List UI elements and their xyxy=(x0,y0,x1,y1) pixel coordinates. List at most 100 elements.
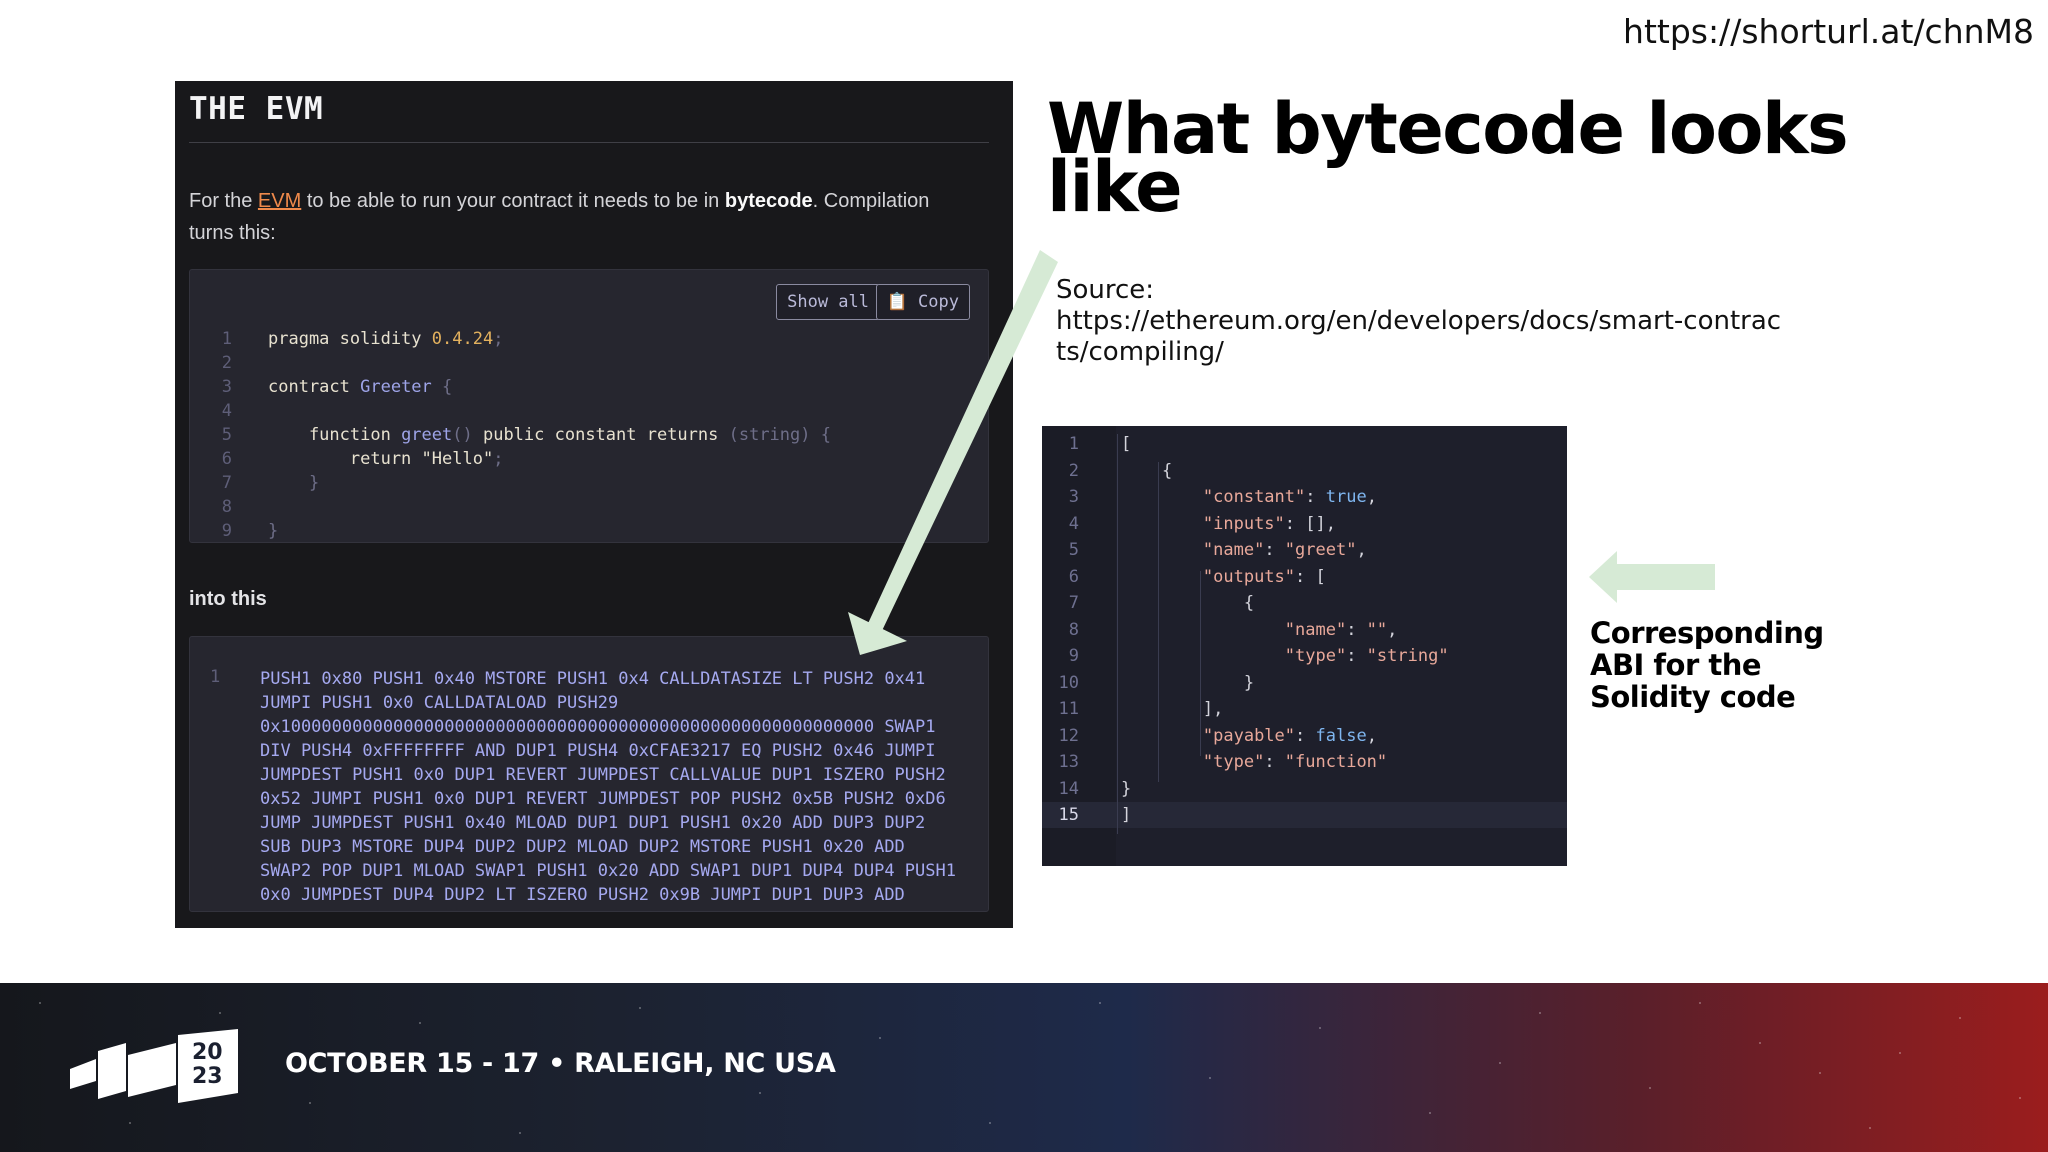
caption-line: Solidity code xyxy=(1590,680,1796,714)
line-number: 3 xyxy=(221,377,232,397)
solidity-code: 1 pragma solidity 0.4.24; 2 3 contract Gre… xyxy=(190,327,831,543)
json-value: : [], xyxy=(1284,513,1336,534)
line-number: 5 xyxy=(221,425,232,445)
code-line: 3 contract Greeter { xyxy=(190,375,831,399)
code-line: 1[ xyxy=(1042,431,1449,458)
logo-year-top: 20 xyxy=(192,1040,223,1065)
shortlink-url: https://shorturl.at/chnM8 xyxy=(1623,12,2034,51)
code-line: 12 "payable": false, xyxy=(1042,723,1449,750)
left-arrow-icon xyxy=(1589,551,1715,603)
code-line: 14} xyxy=(1042,776,1449,803)
event-dates-location: OCTOBER 15 - 17 • RALEIGH, NC USA xyxy=(285,1048,836,1079)
line-number: 10 xyxy=(1058,672,1079,693)
json-boolean: true xyxy=(1325,487,1367,507)
code-text: [ xyxy=(1121,434,1132,454)
json-separator: : xyxy=(1264,752,1285,772)
bytecode-text: PUSH1 0x80 PUSH1 0x40 MSTORE PUSH1 0x4 C… xyxy=(260,669,956,905)
code-contract-name: Greeter xyxy=(360,377,432,397)
logo-year-bottom: 23 xyxy=(192,1064,223,1089)
solidity-code-block: Show all 📋 Copy 1 pragma solidity 0.4.24;… xyxy=(189,269,989,543)
line-number: 9 xyxy=(221,521,232,541)
json-separator: : xyxy=(1264,540,1285,560)
bytecode-block: 1 PUSH1 0x80 PUSH1 0x40 MSTORE PUSH1 0x4… xyxy=(189,636,989,912)
json-separator: : xyxy=(1295,725,1316,746)
heading-divider xyxy=(189,142,989,143)
line-number: 2 xyxy=(221,353,232,373)
evm-link[interactable]: EVM xyxy=(258,190,301,212)
line-number: 8 xyxy=(221,497,232,517)
code-text: } xyxy=(1121,778,1132,799)
code-text: } xyxy=(1243,672,1255,693)
json-key: "outputs" xyxy=(1202,566,1296,587)
code-line: 5 "name": "greet", xyxy=(1042,537,1449,564)
code-text: ] xyxy=(1121,805,1132,825)
source-citation: Source: https://ethereum.org/en/develope… xyxy=(1056,275,1876,368)
json-key: "name" xyxy=(1284,619,1347,640)
line-number: 1 xyxy=(221,329,232,349)
json-comma: , xyxy=(1356,540,1367,560)
code-version: 0.4.24 xyxy=(431,329,494,349)
slide-title: What bytecode looks like xyxy=(1047,88,1947,222)
code-line: 5 function greet() public constant retur… xyxy=(190,423,831,447)
abi-code-screenshot: 1[ 2 { 3 "constant": true, 4 "inputs": [… xyxy=(1042,426,1567,866)
abi-json-code: 1[ 2 { 3 "constant": true, 4 "inputs": [… xyxy=(1042,431,1449,829)
json-key: "payable" xyxy=(1202,725,1296,746)
json-separator: : xyxy=(1346,646,1367,666)
line-number: 4 xyxy=(1068,513,1079,534)
code-function-name: greet xyxy=(401,425,453,445)
json-comma: , xyxy=(1387,619,1398,640)
code-string: "Hello" xyxy=(421,449,494,469)
code-line: 10 } xyxy=(1042,670,1449,697)
code-line: 15] xyxy=(1042,802,1449,829)
json-boolean: false xyxy=(1315,725,1367,746)
line-number: 4 xyxy=(221,401,232,421)
line-number: 1 xyxy=(210,667,221,687)
json-comma: , xyxy=(1366,725,1377,746)
line-number: 8 xyxy=(1068,619,1079,640)
copy-button[interactable]: 📋 Copy xyxy=(875,284,970,320)
json-comma: , xyxy=(1366,487,1377,507)
code-line: 2 xyxy=(190,351,831,375)
evm-intro-text: For the EVM to be able to run your contr… xyxy=(189,185,979,249)
slide-title-line: What bytecode looks xyxy=(1047,88,1849,170)
code-line: 8 xyxy=(190,495,831,519)
show-all-button[interactable]: Show all xyxy=(776,284,880,320)
code-line: 9} xyxy=(190,519,831,543)
code-line: 6 return "Hello"; xyxy=(190,447,831,471)
event-footer-banner: 20 23 OCTOBER 15 - 17 • RALEIGH, NC USA xyxy=(0,983,2048,1152)
code-keyword: function xyxy=(268,425,402,445)
json-string: "" xyxy=(1366,619,1388,640)
source-url-continued: ts/compiling/ xyxy=(1056,337,1224,367)
code-closing-brace: } xyxy=(268,473,320,493)
intro-bold-bytecode: bytecode xyxy=(724,190,813,212)
code-line: 6 "outputs": [ xyxy=(1042,564,1449,591)
code-return-type: (string) xyxy=(728,425,811,445)
json-string: "greet" xyxy=(1284,540,1357,560)
code-line: 4 "inputs": [], xyxy=(1042,511,1449,538)
code-line: 11 ], xyxy=(1042,696,1449,723)
code-line: 9 "type": "string" xyxy=(1042,643,1449,670)
json-separator: : xyxy=(1346,619,1367,640)
source-label: Source: xyxy=(1056,275,1155,305)
line-number: 12 xyxy=(1058,725,1079,746)
code-line: 3 "constant": true, xyxy=(1042,484,1449,511)
into-this-label: into this xyxy=(189,588,267,610)
line-number: 11 xyxy=(1058,699,1079,719)
code-line: 13 "type": "function" xyxy=(1042,749,1449,776)
json-key: "inputs" xyxy=(1202,513,1285,534)
line-number: 7 xyxy=(221,473,232,493)
line-number: 15 xyxy=(1058,805,1079,825)
code-text: { xyxy=(1243,593,1255,613)
line-number: 1 xyxy=(1068,434,1079,454)
line-number: 13 xyxy=(1058,752,1079,772)
json-string: "function" xyxy=(1284,752,1388,772)
intro-text-mid: to be able to run your contract it needs… xyxy=(301,190,725,212)
abi-caption: Corresponding ABI for the Solidity code xyxy=(1590,617,1824,713)
line-number: 14 xyxy=(1058,778,1079,799)
caption-line: Corresponding xyxy=(1590,616,1824,650)
line-number: 6 xyxy=(1068,566,1079,587)
line-number: 3 xyxy=(1068,487,1079,507)
line-number: 7 xyxy=(1068,593,1079,613)
json-separator: : xyxy=(1305,487,1326,507)
code-punctuation: { xyxy=(431,377,453,397)
